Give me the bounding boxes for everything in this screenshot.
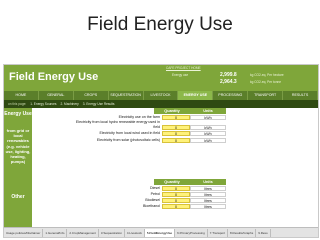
subnav-energy-sources[interactable]: 1. Energy Sources (30, 102, 56, 106)
tab-livestock[interactable]: LIVESTOCK (144, 91, 179, 100)
energy-use-sidebar: Energy Use from grid or local renewables… (4, 108, 32, 227)
quantity-input-hydro[interactable]: 0 (162, 125, 190, 130)
row-label-wind-electricity: Electricity from local wind used in fiel… (99, 131, 160, 135)
sheet-tab-disclaimer[interactable]: Usage policies/Disclaimer (4, 229, 44, 237)
tab-sequestration[interactable]: SEQUESTRATION (109, 91, 144, 100)
units-hydro: kWh (190, 125, 226, 130)
quantity-input-wind[interactable]: 0 (162, 131, 190, 136)
sheet-tab-transport[interactable]: 7.Transport (208, 229, 229, 237)
quantity-input-biodiesel[interactable]: 0 (162, 198, 190, 203)
quantity-input-petrol[interactable]: 0 (162, 192, 190, 197)
quantity-input-solar[interactable]: 0 (162, 138, 190, 143)
units-petrol: litres (190, 192, 226, 197)
other-units-header: Units (190, 179, 226, 185)
row-label-biodiesel: Biodiesel (145, 198, 160, 202)
header-subtitle: Energy use (172, 73, 189, 77)
row-label-hydro-field: field (153, 125, 160, 129)
other-quantity-header: Quantity (154, 179, 190, 185)
units-header: Units (190, 108, 226, 114)
tab-general[interactable]: GENERAL (39, 91, 74, 100)
kpi-label-tonne: kg CO2-eq. Per tonne (250, 80, 282, 84)
row-label-solar-electricity: Electricity from solar (photovoltaic cel… (96, 138, 160, 142)
units-farm-electricity: kWh (190, 115, 226, 120)
quantity-header: Quantity (154, 108, 190, 114)
page-subnav: on this page: 1. Energy Sources 2. Machi… (4, 100, 318, 108)
sheet-tab-general[interactable]: 1.General/Info (43, 229, 68, 237)
kpi-value-tonne: 2,964.3 (220, 79, 237, 85)
sheet-tab-reso[interactable]: 9.Reso (256, 229, 271, 237)
tab-processing[interactable]: PROCESSING (213, 91, 249, 100)
units-wind: kWh (190, 131, 226, 136)
sheet-tab-results-graphs[interactable]: 8.Results/Graphs (228, 229, 257, 237)
sidebar-description: from grid or local renewables (e.g. vehi… (5, 128, 31, 165)
app-title: Field Energy Use (9, 71, 99, 83)
subnav-energy-results[interactable]: 3. Energy Use Results (83, 102, 115, 106)
units-diesel: litres (190, 186, 226, 191)
sheet-tab-crop-management[interactable]: 2.CropManagement (67, 229, 99, 237)
sheet-tab-bar: Usage policies/Disclaimer 1.General/Info… (4, 227, 318, 237)
tab-crops[interactable]: CROPS (74, 91, 109, 100)
sidebar-other-heading: Other (11, 194, 25, 200)
sheet-tab-primary-processing[interactable]: 6.PrimaryProcessing (175, 229, 208, 237)
tab-transport[interactable]: TRANSPORT (248, 91, 284, 100)
spreadsheet-app: Field Energy Use CAFE PROJECT HOME Energ… (3, 64, 319, 238)
quantity-input-farm-electricity[interactable]: 0 (162, 115, 190, 120)
quantity-input-bioethanol[interactable]: 0 (162, 204, 190, 209)
units-biodiesel: litres (190, 198, 226, 203)
kpi-label-hectare: kg CO2-eq. Per hectare (250, 73, 284, 77)
row-label-bioethanol: Bioethanol (143, 204, 160, 208)
sheet-tab-livestock[interactable]: 4.Livestock (125, 229, 145, 237)
sidebar-heading: Energy Use (4, 111, 32, 117)
tab-results[interactable]: RESULTS (283, 91, 318, 100)
quantity-input-diesel[interactable]: 0 (162, 186, 190, 191)
main-tab-bar: HOME GENERAL CROPS SEQUESTRATION LIVESTO… (4, 91, 318, 100)
header-banner: Field Energy Use CAFE PROJECT HOME Energ… (4, 65, 318, 91)
subnav-machinery[interactable]: 2. Machinery (61, 102, 79, 106)
row-label-petrol: Petrol (150, 192, 160, 196)
tab-energy-use[interactable]: ENERGY USE (178, 91, 214, 100)
sheet-tab-field-energy-use[interactable]: 5.FieldEnergyUse (144, 229, 176, 237)
slide-title: Field Energy Use (87, 14, 233, 35)
subnav-label: on this page: (8, 102, 27, 106)
project-home-link[interactable]: CAFE PROJECT HOME (166, 66, 201, 70)
tab-home[interactable]: HOME (4, 91, 39, 100)
kpi-value-hectare: 2,999.8 (220, 72, 237, 78)
sheet-tab-sequestration[interactable]: 3.Sequestration (99, 229, 125, 237)
units-solar: kWh (190, 138, 226, 143)
row-label-diesel: Diesel (150, 186, 160, 190)
units-bioethanol: litres (190, 204, 226, 209)
